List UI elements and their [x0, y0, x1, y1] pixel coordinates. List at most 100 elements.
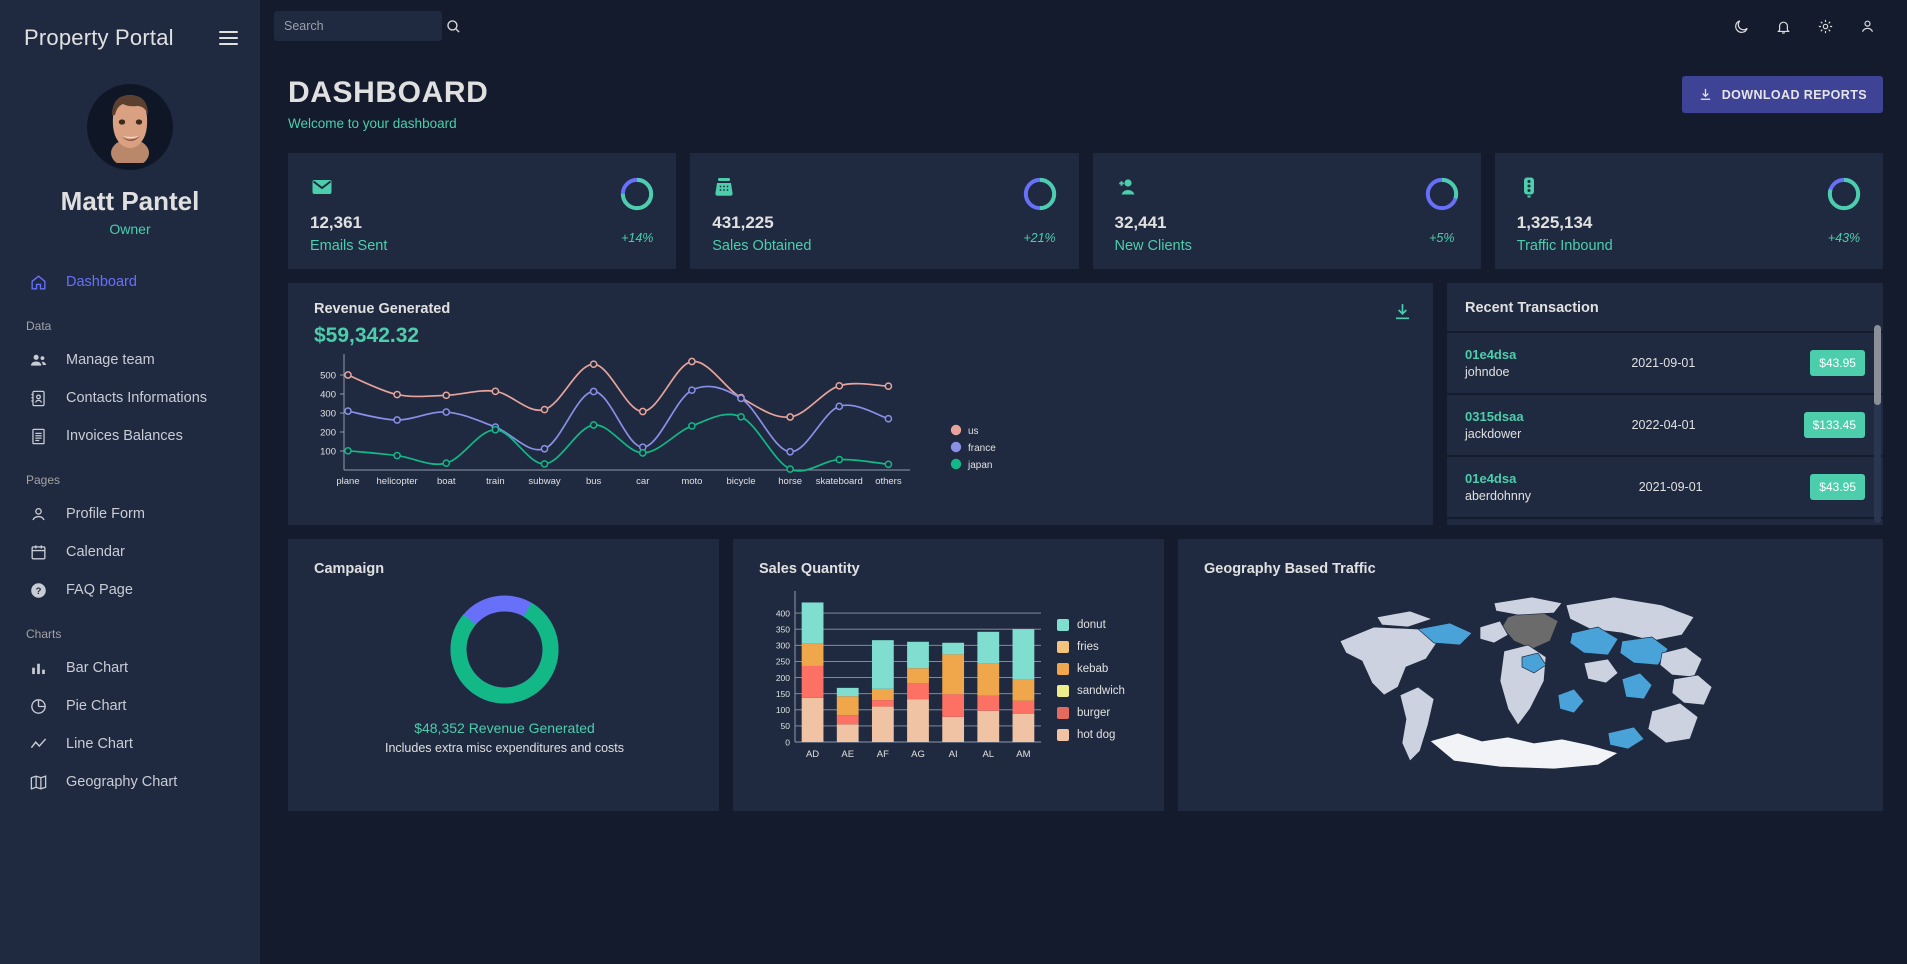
campaign-title: Campaign [314, 561, 385, 577]
sidebar-item-faq-page[interactable]: ? FAQ Page [0, 571, 260, 609]
profile-name: Matt Pantel [60, 186, 200, 216]
person-outline-icon[interactable] [1853, 12, 1881, 40]
revenue-panel: Revenue Generated $59,342.32 100 200 300 40… [288, 283, 1433, 525]
stat-value: 12,361 [310, 213, 362, 232]
sales-title: Sales Quantity [759, 561, 860, 577]
progress-circle [1827, 177, 1861, 211]
download-reports-button[interactable]: DOWNLOAD REPORTS [1681, 76, 1883, 113]
svg-text:350: 350 [776, 625, 790, 635]
sidebar-item-geography-chart[interactable]: Geography Chart [0, 763, 260, 801]
transaction-info: 01e4dsa johndoe [1465, 347, 1516, 379]
sidebar-item-invoices-balances[interactable]: Invoices Balances [0, 417, 260, 455]
transaction-id: 01e4dsa [1465, 471, 1517, 486]
svg-text:500: 500 [320, 371, 336, 382]
avatar-photo [111, 95, 149, 163]
sidebar-item-bar-chart[interactable]: Bar Chart [0, 649, 260, 687]
legend-item: donut [1057, 619, 1125, 631]
svg-text:skateboard: skateboard [816, 476, 863, 487]
svg-text:400: 400 [320, 390, 336, 401]
menu-toggle-icon[interactable] [215, 27, 242, 49]
stat-left: 32,441 New Clients [1115, 175, 1192, 254]
svg-text:AL: AL [982, 749, 994, 760]
svg-text:moto: moto [681, 476, 702, 487]
svg-text:150: 150 [776, 689, 790, 699]
svg-text:50: 50 [781, 721, 791, 731]
stat-right: +5% [1425, 177, 1459, 245]
svg-text:helicopter: helicopter [377, 476, 418, 487]
transactions-header: Recent Transaction [1447, 283, 1883, 333]
download-icon [1700, 88, 1710, 100]
svg-text:bicycle: bicycle [726, 476, 755, 487]
search-box[interactable] [274, 11, 460, 41]
legend-item: fries [1057, 641, 1125, 653]
avatar[interactable] [87, 84, 173, 170]
line-chart-icon [28, 734, 48, 754]
page-subtitle: Welcome to your dashboard [288, 116, 457, 131]
notifications-icon[interactable] [1769, 12, 1797, 40]
svg-text:others: others [875, 476, 902, 487]
progress-circle [1425, 177, 1458, 211]
brand-title: Property Portal [24, 25, 174, 50]
table-row[interactable]: 01e4dsa johndoe 2021-09-01 $43.95 [1447, 333, 1883, 395]
table-row[interactable]: 01e4dsa aberdohnny 2021-09-01 $43.95 [1447, 457, 1883, 519]
legend-item: hot dog [1057, 729, 1125, 741]
sidebar-item-profile-form[interactable]: Profile Form [0, 495, 260, 533]
scrollbar-thumb[interactable] [1874, 325, 1881, 405]
revenue-line-chart: 100 200 300 400 500 plane helicopter boat train s… [320, 354, 996, 487]
stat-left: 1,325,134 Traffic Inbound [1517, 175, 1613, 254]
transaction-date: 2021-09-01 [1631, 356, 1696, 370]
legend-swatch [1057, 641, 1069, 653]
home-icon [28, 272, 48, 292]
svg-text:200: 200 [776, 673, 790, 683]
settings-icon[interactable] [1811, 12, 1839, 40]
legend-swatch [1057, 685, 1069, 697]
svg-text:plane: plane [336, 476, 359, 487]
svg-text:subway: subway [528, 476, 560, 487]
stat-right: +43% [1827, 177, 1861, 245]
stat-label: New Clients [1114, 238, 1192, 254]
download-outline-icon[interactable] [1392, 301, 1413, 327]
stat-label: Traffic Inbound [1516, 238, 1613, 254]
sidebar-item-line-chart[interactable]: Line Chart [0, 725, 260, 763]
people-icon [28, 350, 48, 370]
sidebar-item-label: Manage team [66, 352, 155, 368]
email-icon [310, 175, 387, 201]
sidebar-item-calendar[interactable]: Calendar [0, 533, 260, 571]
sidebar-item-contacts-informations[interactable]: Contacts Informations [0, 379, 260, 417]
legend-item: burger [1057, 707, 1125, 719]
page-title: DASHBOARD [288, 76, 489, 109]
user-profile: Matt Pantel Owner [0, 84, 260, 237]
search-input[interactable] [284, 19, 445, 33]
sidebar-item-label: Invoices Balances [66, 428, 183, 444]
main-content: DASHBOARD Welcome to your dashboard DOWN… [260, 0, 1907, 964]
stat-card-sales-obtained: 431,225 Sales Obtained +21% [690, 153, 1079, 269]
legend-swatch [1057, 619, 1069, 631]
campaign-panel: Campaign $48,352 Revenue Generated Inclu… [288, 539, 719, 811]
sidebar-item-dashboard[interactable]: Dashboard [0, 263, 260, 301]
geography-title: Geography Based Traffic [1204, 561, 1376, 577]
transaction-cost: $43.95 [1810, 350, 1865, 376]
stat-card-emails-sent: 12,361 Emails Sent +14% [288, 153, 677, 269]
svg-text:AE: AE [841, 749, 854, 760]
dashboard-app: Property Portal Matt Pantel Owner Dashbo… [0, 0, 1907, 964]
table-row[interactable]: 0315dsaa jackdower 2022-04-01 $133.45 [1447, 395, 1883, 457]
dark-mode-icon[interactable] [1727, 12, 1755, 40]
page-header: DASHBOARD Welcome to your dashboard DOWN… [288, 76, 1883, 131]
svg-text:horse: horse [778, 476, 802, 487]
sales-icon [712, 175, 811, 201]
search-icon[interactable] [445, 12, 462, 40]
stat-cards: 12,361 Emails Sent +14% 431,225 Sales Ob… [288, 153, 1883, 269]
sidebar-section-pages: Pages [26, 473, 61, 487]
transaction-cost: $43.95 [1810, 474, 1865, 500]
transaction-user: aberdohnny [1465, 489, 1532, 503]
revenue-header: Revenue Generated $59,342.32 [288, 283, 1433, 348]
svg-text:train: train [486, 476, 504, 487]
sidebar-item-manage-team[interactable]: Manage team [0, 341, 260, 379]
sales-bar-chart: 0 50 100 150 200 250 300 350 400 AD AE AF AG AI AL AM [776, 591, 1041, 760]
stat-left: 431,225 Sales Obtained [712, 175, 811, 254]
svg-text:?: ? [35, 586, 41, 597]
sidebar-item-pie-chart[interactable]: Pie Chart [0, 687, 260, 725]
legend-label: kebab [1077, 663, 1109, 675]
svg-text:car: car [636, 476, 649, 487]
progress-circle [1023, 177, 1056, 211]
